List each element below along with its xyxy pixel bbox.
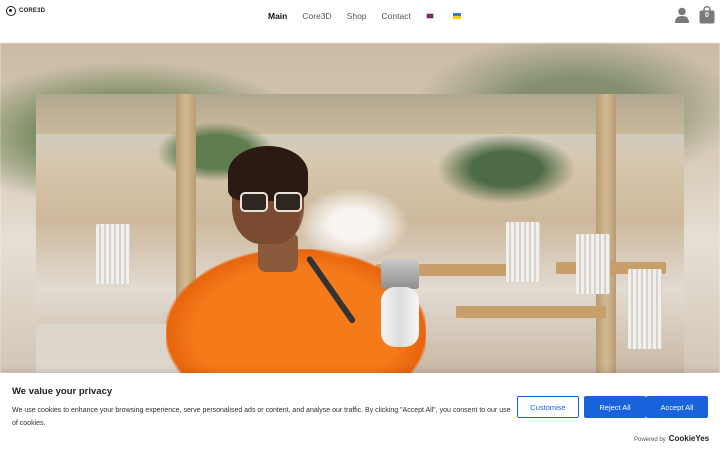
- nav-item-shop[interactable]: Shop: [347, 11, 367, 21]
- site-logo[interactable]: CORE3D: [6, 6, 45, 16]
- cart-button[interactable]: 0: [699, 6, 715, 24]
- accept-all-button[interactable]: Accept All: [646, 396, 708, 418]
- powered-by-label: Powered by: [634, 437, 666, 443]
- customise-button[interactable]: Customise: [517, 396, 579, 418]
- user-account-icon[interactable]: [674, 7, 690, 23]
- logo-icon: [6, 6, 16, 16]
- cookieyes-logo: CookieYes: [668, 434, 710, 443]
- main-nav: Main Core3D Shop Contact: [268, 11, 480, 21]
- cart-count-badge: 0: [705, 12, 709, 19]
- powered-by[interactable]: Powered by CookieYes: [634, 434, 709, 443]
- reject-all-button[interactable]: Reject All: [584, 396, 646, 418]
- nav-item-core3d[interactable]: Core3D: [302, 11, 331, 21]
- cookie-consent-banner: We value your privacy We use cookies to …: [0, 373, 720, 450]
- cookie-banner-title: We value your privacy: [12, 386, 113, 397]
- cookie-banner-text: We use cookies to enhance your browsing …: [12, 407, 511, 427]
- hero-image: [36, 94, 684, 373]
- nav-item-contact[interactable]: Contact: [382, 11, 411, 21]
- english-flag-icon[interactable]: [425, 13, 434, 19]
- logo-text: CORE3D: [19, 8, 46, 14]
- site-header: CORE3D Main Core3D Shop Contact 0: [0, 0, 720, 43]
- nav-item-main[interactable]: Main: [268, 11, 287, 21]
- ukrainian-flag-icon[interactable]: [452, 13, 461, 19]
